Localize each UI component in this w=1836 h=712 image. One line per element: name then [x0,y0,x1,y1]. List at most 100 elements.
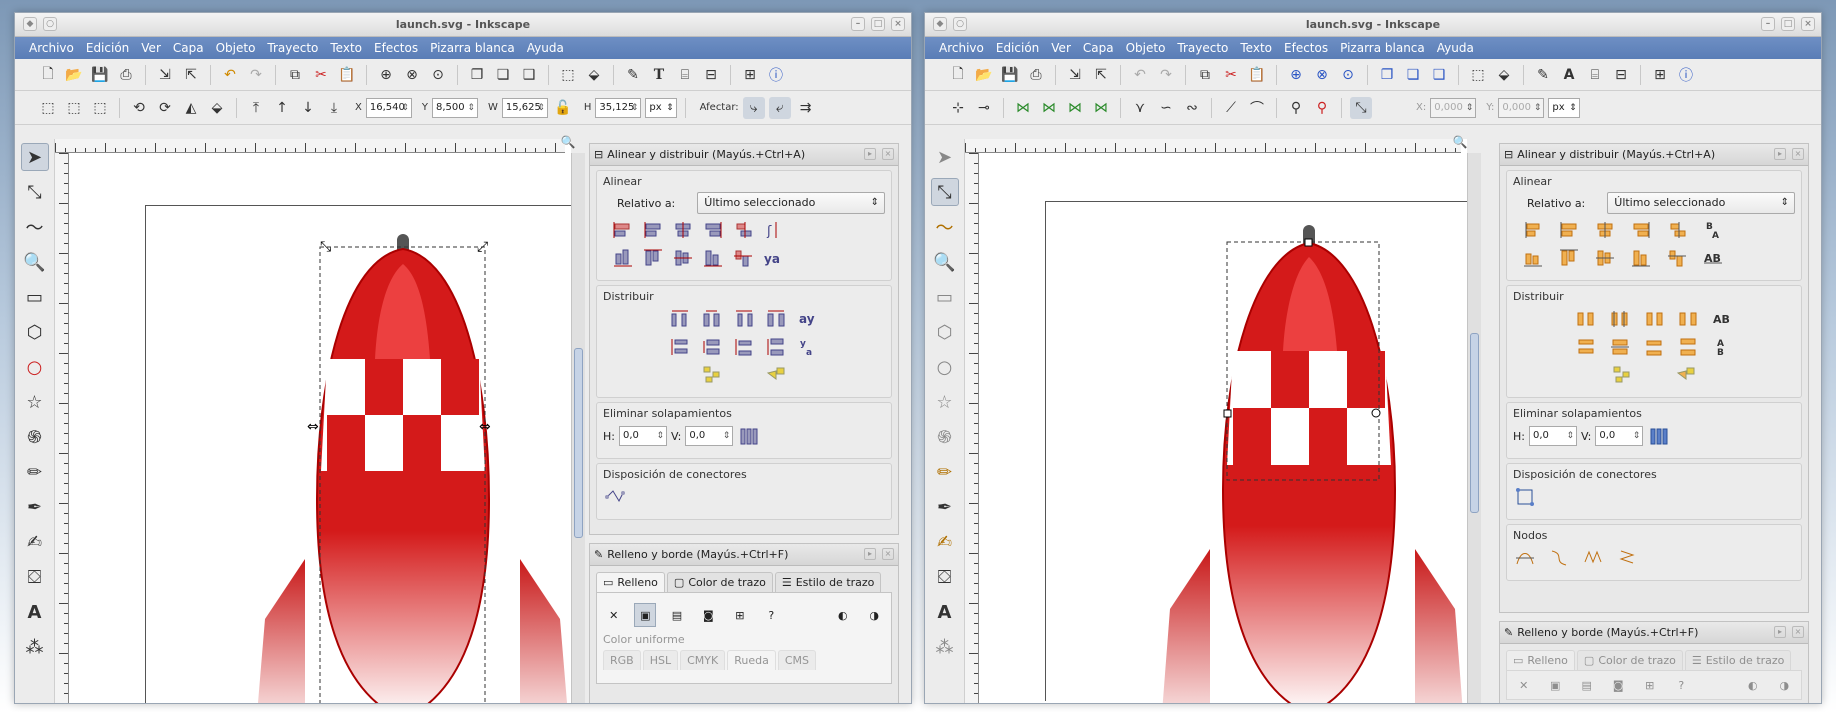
preferences-icon[interactable]: ⊞ [1649,64,1671,86]
unlink-clone-icon[interactable]: ❑ [1428,64,1450,86]
menu-pizarra[interactable]: Pizarra blanca [1334,41,1431,55]
distribute-baseline-h-icon[interactable]: AB [1710,307,1734,331]
stroke-to-path-icon[interactable]: ⚲ [1311,97,1333,119]
distribute-nodes-h-icon[interactable] [1581,546,1605,570]
align-bottom-to-top-icon[interactable] [1665,246,1689,270]
menu-texto[interactable]: Texto [1234,41,1278,55]
star-tool-icon[interactable]: ☆ [21,388,49,416]
raise-top-icon[interactable]: ⤒ [245,97,267,119]
align-bottom-to-top-icon[interactable] [731,246,755,270]
tab-stroke-paint[interactable]: ▢ Color de trazo [666,572,773,592]
cusp-node-icon[interactable]: ⋎ [1129,97,1151,119]
print-icon[interactable]: ⎙ [1025,64,1047,86]
w-field[interactable]: 15,625 [501,97,548,118]
export-icon[interactable]: ⇱ [180,64,202,86]
distribute-left-icon[interactable] [668,307,692,331]
bucket-tool-icon[interactable]: ⛋ [931,563,959,591]
align-panel-header-right[interactable]: ⊟ Alinear y distribuir (Mayús.+Ctrl+A) ▸… [1500,144,1808,166]
tab-stroke-style[interactable]: ☰ Estilo de trazo [774,572,882,592]
join-nodes-icon[interactable]: ⋈ [1012,97,1034,119]
vertical-scrollbar-right[interactable] [1467,153,1481,703]
center-vertical-axis-icon[interactable] [1593,218,1617,242]
3dbox-tool-icon[interactable]: ⬡ [931,318,959,346]
selector-tool-icon[interactable]: ➤ [931,143,959,171]
distribute-right-icon[interactable] [732,307,756,331]
rotate-ccw-icon[interactable]: ⟲ [128,97,150,119]
align-right-to-left-icon[interactable] [1521,218,1545,242]
x-field[interactable]: 16,540 [365,97,412,118]
node-tool-icon[interactable]: ⤡ [21,178,49,206]
duplicate-icon[interactable]: ❐ [466,64,488,86]
deselect-icon[interactable]: ⬚ [89,97,111,119]
zoom-page-icon[interactable]: ⊙ [1337,64,1359,86]
symmetric-node-icon[interactable]: ∾ [1181,97,1203,119]
relative-to-select-right[interactable]: Último seleccionado [1607,192,1795,214]
unclump-icon[interactable] [1674,363,1698,387]
fill-panel-iconify-icon[interactable]: ▸ [864,548,876,560]
radial-gradient-icon[interactable]: ◙ [698,603,719,627]
distribute-right-icon[interactable] [1642,307,1666,331]
distribute-baseline-v-icon[interactable]: AB [1710,335,1734,359]
copy-icon[interactable]: ⧉ [1194,64,1216,86]
print-icon[interactable]: ⎙ [115,64,137,86]
zoom-tool-icon[interactable]: 🔍 [931,248,959,276]
spiral-tool-icon[interactable]: ֍ [931,423,959,451]
unit-select-right[interactable]: px [1548,97,1580,118]
center-horizontal-axis-icon[interactable] [1593,246,1617,270]
pattern-icon[interactable]: ⊞ [729,603,750,627]
distribute-gaps-v-icon[interactable] [764,335,788,359]
fill-stroke-icon[interactable]: ✎ [1532,64,1554,86]
unset-paint-icon[interactable]: ? [761,603,782,627]
x-field-right[interactable]: 0,000 [1430,97,1477,118]
distribute-gaps-h-icon[interactable] [764,307,788,331]
pen-tool-icon[interactable]: ✒ [931,493,959,521]
menu-ver[interactable]: Ver [135,41,167,55]
rectangle-tool-icon[interactable]: ▭ [931,283,959,311]
redo-icon[interactable]: ↷ [1155,64,1177,86]
ellipse-tool-icon[interactable]: ○ [21,353,49,381]
text-tool-icon[interactable]: A [931,598,959,626]
distribute-baseline-h-icon[interactable]: ay [796,307,820,331]
rotate-cw-icon[interactable]: ⟳ [154,97,176,119]
distribute-bottom-icon[interactable] [1642,335,1666,359]
align-left-to-right-icon[interactable] [731,218,755,242]
ungroup-icon[interactable]: ⬙ [1493,64,1515,86]
app-menu-icon[interactable]: ◆ [933,17,947,31]
zoom-tool-icon[interactable]: 🔍 [21,248,49,276]
mode-cms[interactable]: CMS [777,650,816,670]
select-all-icon[interactable]: ⬚ [37,97,59,119]
menu-ver[interactable]: Ver [1045,41,1077,55]
rectangle-tool-icon[interactable]: ▭ [21,283,49,311]
cut-icon[interactable]: ✂ [310,64,332,86]
pencil-tool-icon[interactable]: ✏ [931,458,959,486]
zoom-selection-icon[interactable]: ⊕ [1285,64,1307,86]
zoom-selection-icon[interactable]: ⊕ [375,64,397,86]
align-distribute-icon[interactable]: ⊟ [700,64,722,86]
mode-hsl[interactable]: HSL [642,650,679,670]
vertical-scrollbar[interactable] [571,153,585,703]
duplicate-icon[interactable]: ❐ [1376,64,1398,86]
menu-trayecto[interactable]: Trayecto [1171,41,1234,55]
center-horizontal-axis-icon[interactable] [671,246,695,270]
bucket-tool-icon[interactable]: ⛋ [21,563,49,591]
fill-panel-header-right[interactable]: ✎ Relleno y borde (Mayús.+Ctrl+F) ▸ × [1500,622,1808,644]
align-baseline-h-icon[interactable]: ʃ [761,218,785,242]
ellipse-tool-icon[interactable]: ○ [931,353,959,381]
affect-stroke-icon[interactable]: ⤷ [742,96,765,119]
join-segment-icon[interactable]: ⋈ [1064,97,1086,119]
pen-tool-icon[interactable]: ✒ [21,493,49,521]
align-nodes-h-icon[interactable] [1513,546,1537,570]
align-nodes-v-icon[interactable] [1547,546,1571,570]
tab-fill[interactable]: ▭ Relleno [596,572,665,592]
calligraphy-tool-icon[interactable]: ✍ [931,528,959,556]
app-menu-icon[interactable]: ◆ [23,17,37,31]
lower-icon[interactable]: ↓ [297,97,319,119]
selector-tool-icon[interactable]: ➤ [20,143,49,171]
distribute-left-icon[interactable] [1574,307,1598,331]
menu-objeto[interactable]: Objeto [1120,41,1172,55]
align-bottom-icon[interactable] [1629,246,1653,270]
zoom-corner-icon[interactable]: 🔍 [559,133,577,151]
fill-panel-header[interactable]: ✎ Relleno y borde (Mayús.+Ctrl+F) ▸ × [590,544,898,566]
distribute-gaps-h-icon[interactable] [1676,307,1700,331]
lock-icon[interactable]: 🔓 [552,97,574,119]
